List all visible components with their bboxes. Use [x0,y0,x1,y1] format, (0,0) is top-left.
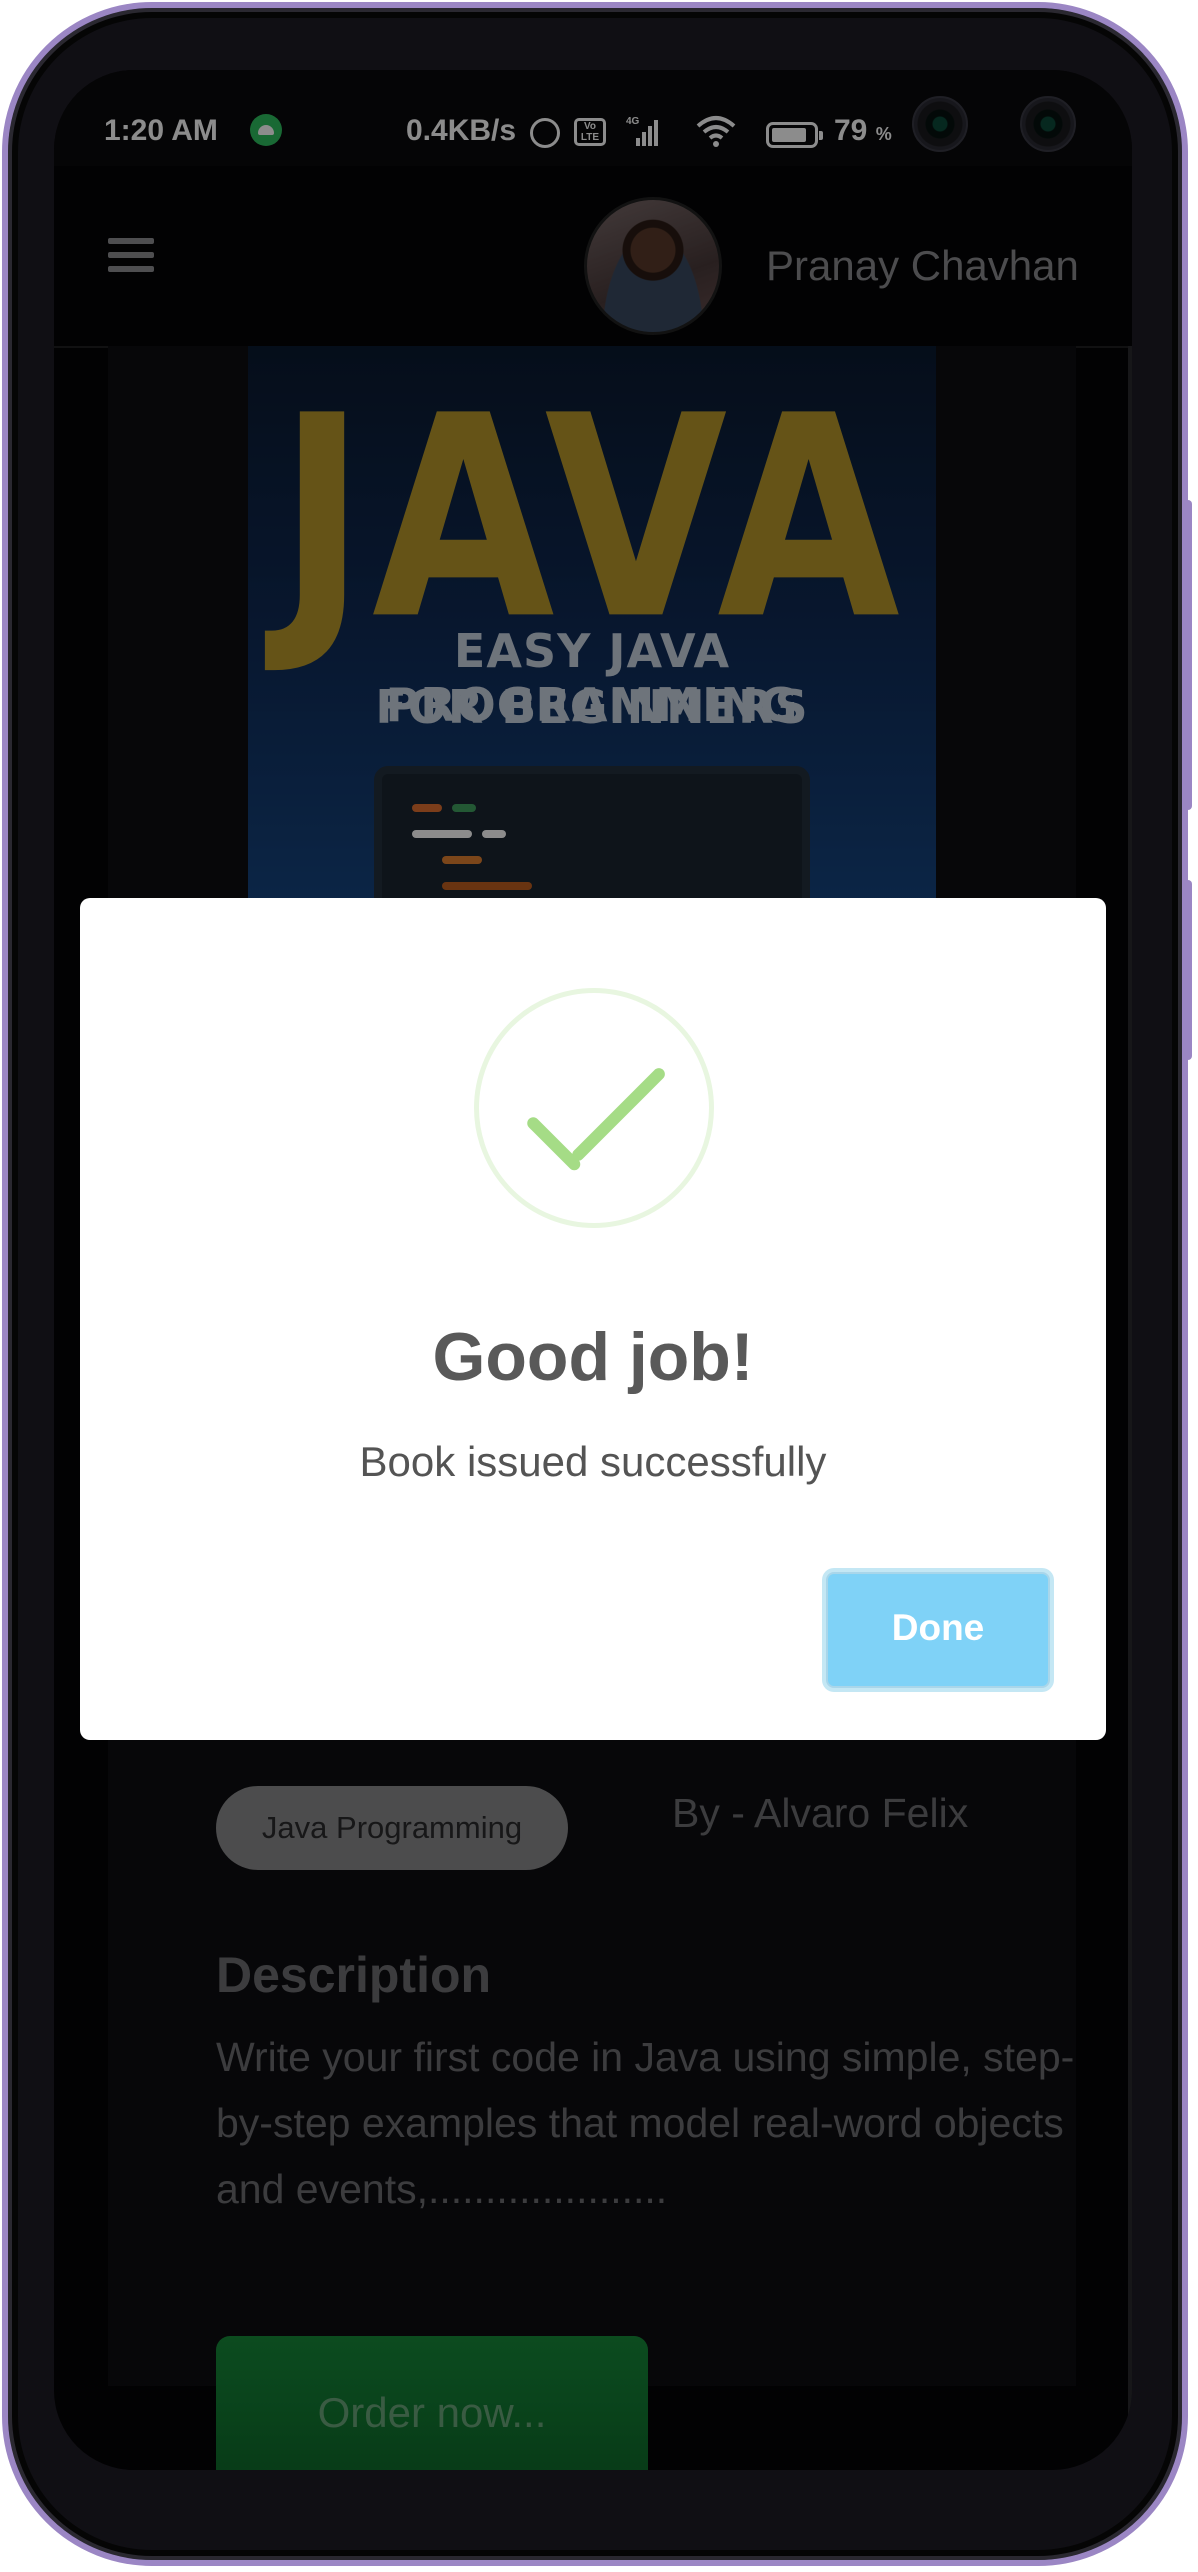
phone-side-button [1184,500,1192,810]
success-check-icon [474,988,714,1228]
done-button[interactable]: Done [826,1572,1050,1688]
success-dialog: Good job! Book issued successfully Done [80,898,1106,1740]
dialog-title: Good job! [432,1319,754,1395]
dialog-message: Book issued successfully [359,1438,827,1485]
phone-screen: 1:20 AM 0.4KB/s Vo LTE 4G 79 % Pranay Ch… [54,70,1132,2470]
phone-side-button [1184,880,1192,1060]
